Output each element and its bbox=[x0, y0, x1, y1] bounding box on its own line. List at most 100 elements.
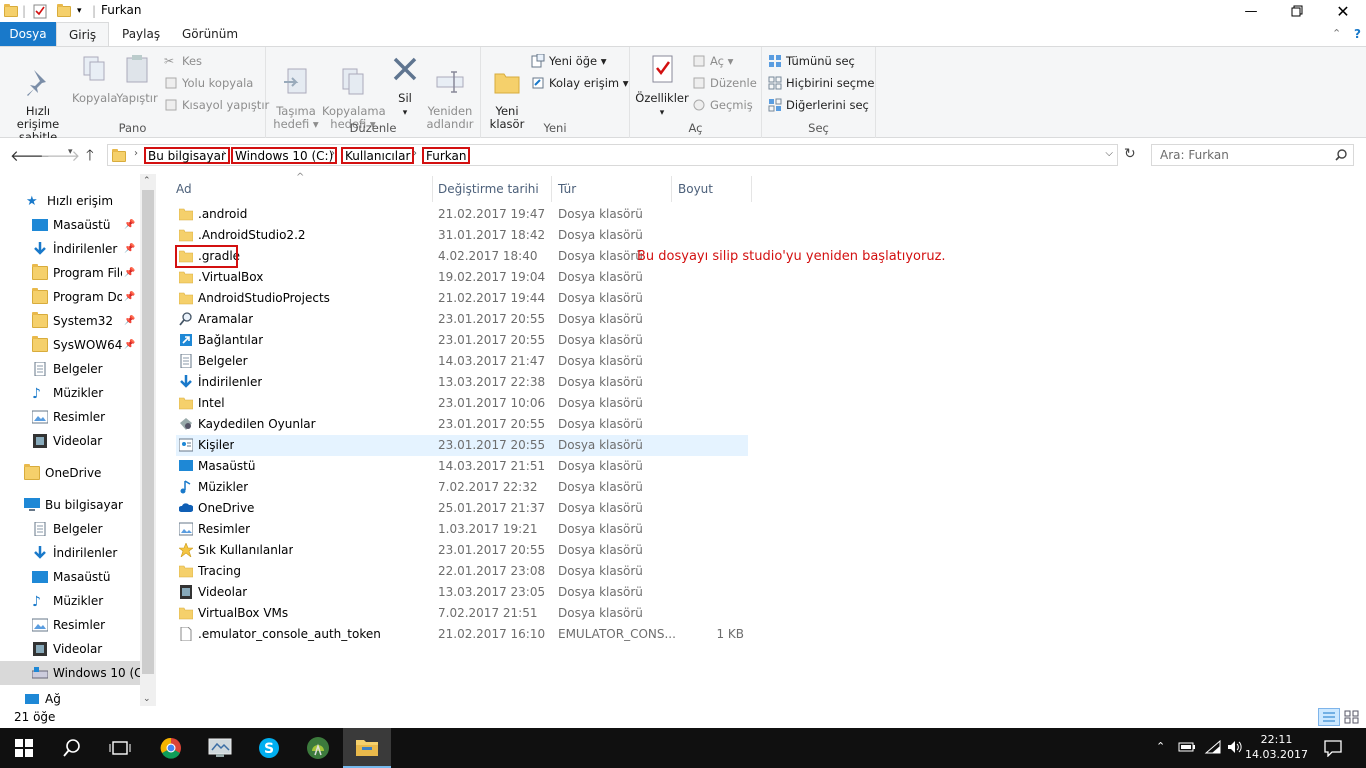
table-row[interactable]: OneDrive 25.01.2017 21:37 Dosya klasörü bbox=[176, 498, 748, 519]
address-dropdown-icon[interactable]: ⌵ bbox=[1105, 148, 1113, 159]
delete-button[interactable]: Sil ▾ bbox=[388, 51, 422, 120]
table-row[interactable]: .VirtualBox 19.02.2017 19:04 Dosya klasörü bbox=[176, 267, 748, 288]
nav-pc-desktop[interactable]: Masaüstü bbox=[32, 566, 110, 588]
table-row[interactable]: Masaüstü 14.03.2017 21:51 Dosya klasörü bbox=[176, 456, 748, 477]
table-row[interactable]: İndirilenler 13.03.2017 22:38 Dosya klasör… bbox=[176, 372, 748, 393]
column-header-type[interactable]: Tür bbox=[552, 176, 672, 202]
column-header-size[interactable]: Boyut bbox=[672, 176, 752, 202]
table-row[interactable]: Belgeler 14.03.2017 21:47 Dosya klasörü bbox=[176, 351, 748, 372]
tab-share[interactable]: Paylaş bbox=[110, 22, 172, 46]
search-button[interactable] bbox=[48, 728, 96, 768]
chevron-up-icon[interactable]: ⌃ bbox=[143, 176, 151, 186]
skype-taskbar-button[interactable]: S bbox=[245, 728, 293, 768]
chevron-right-icon[interactable]: › bbox=[413, 148, 417, 159]
new-item-button[interactable]: Yeni öğe ▾ bbox=[531, 51, 607, 71]
pin-icon[interactable]: 📌 bbox=[124, 316, 135, 326]
table-row[interactable]: Aramalar 23.01.2017 20:55 Dosya klasörü bbox=[176, 309, 748, 330]
chevron-right-icon[interactable]: › bbox=[222, 148, 226, 159]
up-arrow-icon[interactable]: 🡑 bbox=[86, 145, 94, 170]
pin-icon[interactable]: 📌 bbox=[124, 292, 135, 302]
battery-icon[interactable] bbox=[1178, 740, 1196, 757]
breadcrumb-users[interactable]: Kullanıcılar bbox=[341, 147, 415, 164]
paste-shortcut-button[interactable]: Kısayol yapıştır bbox=[164, 95, 269, 115]
select-all-button[interactable]: Tümünü seç bbox=[768, 51, 855, 71]
table-row[interactable]: .android 21.02.2017 19:47 Dosya klasörü bbox=[176, 204, 748, 225]
history-button[interactable]: Geçmiş bbox=[692, 95, 753, 115]
nav-network[interactable]: Ağ bbox=[24, 692, 61, 706]
table-row[interactable]: VirtualBox VMs 7.02.2017 21:51 Dosya klasö… bbox=[176, 603, 748, 624]
invert-selection-button[interactable]: Diğerlerini seç bbox=[768, 95, 869, 115]
file-explorer-taskbar-button[interactable] bbox=[343, 728, 391, 768]
table-row[interactable]: Videolar 13.03.2017 23:05 Dosya klasörü bbox=[176, 582, 748, 603]
task-view-button[interactable] bbox=[96, 728, 144, 768]
column-header-date[interactable]: Değiştirme tarihi bbox=[432, 176, 552, 202]
nav-quick-syswow64[interactable]: SysWOW64 bbox=[32, 334, 122, 356]
tab-file[interactable]: Dosya bbox=[0, 22, 56, 46]
nav-quick-downloads[interactable]: İndirilenler bbox=[32, 238, 117, 260]
nav-quick-pictures[interactable]: Resimler bbox=[32, 406, 105, 428]
edit-button[interactable]: Düzenle bbox=[692, 73, 757, 93]
breadcrumb-furkan[interactable]: Furkan bbox=[422, 147, 471, 164]
details-view-button[interactable] bbox=[1318, 708, 1340, 726]
copy-to-button[interactable]: Kopyalama hedefi ▾ bbox=[322, 51, 386, 131]
breadcrumb-this-pc[interactable]: Bu bilgisayar bbox=[144, 147, 230, 164]
volume-icon[interactable] bbox=[1226, 739, 1244, 758]
forward-arrow-icon[interactable]: 🡒 bbox=[40, 146, 80, 165]
tab-view[interactable]: Görünüm bbox=[170, 22, 250, 46]
table-row[interactable]: AndroidStudioProjects 21.02.2017 19:44 Dos… bbox=[176, 288, 748, 309]
recent-locations-chevron-icon[interactable]: ▾ bbox=[68, 147, 73, 157]
table-row[interactable]: Sık Kullanılanlar 23.01.2017 20:55 Dosya k… bbox=[176, 540, 748, 561]
copy-button[interactable]: Kopyala bbox=[72, 51, 117, 105]
properties-quick-icon[interactable] bbox=[33, 3, 47, 19]
large-icons-view-button[interactable] bbox=[1342, 708, 1362, 726]
table-row[interactable]: Bağlantılar 23.01.2017 20:55 Dosya klasörü bbox=[176, 330, 748, 351]
chevron-up-icon[interactable]: ⌃ bbox=[1156, 740, 1165, 753]
minimize-button[interactable]: — bbox=[1228, 0, 1274, 22]
table-row[interactable]: Kaydedilen Oyunlar 23.01.2017 20:55 Dosya … bbox=[176, 414, 748, 435]
nav-pc-pictures[interactable]: Resimler bbox=[32, 614, 105, 636]
notifications-icon[interactable] bbox=[1324, 739, 1342, 760]
rename-button[interactable]: Yeniden adlandır bbox=[424, 51, 476, 131]
open-button[interactable]: Aç ▾ bbox=[692, 51, 733, 71]
table-row[interactable]: Resimler 1.03.2017 19:21 Dosya klasörü bbox=[176, 519, 748, 540]
paste-button[interactable]: Yapıştır bbox=[116, 51, 158, 105]
nav-quick-program-files[interactable]: Program Files bbox=[32, 262, 122, 284]
chrome-taskbar-button[interactable] bbox=[147, 728, 195, 768]
start-button[interactable] bbox=[0, 728, 48, 768]
pin-icon[interactable]: 📌 bbox=[124, 220, 135, 230]
help-icon[interactable]: ? bbox=[1342, 22, 1366, 46]
nav-quick-videos[interactable]: Videolar bbox=[32, 430, 102, 452]
nav-this-pc[interactable]: Bu bilgisayar bbox=[24, 494, 123, 516]
table-row[interactable]: Tracing 22.01.2017 23:08 Dosya klasörü bbox=[176, 561, 748, 582]
nav-pc-music[interactable]: ♪ Müzikler bbox=[32, 590, 103, 612]
nav-pc-drive-c[interactable]: Windows 10 (C:) bbox=[0, 661, 151, 685]
nav-onedrive[interactable]: OneDrive bbox=[24, 462, 101, 484]
address-bar[interactable]: › Bu bilgisayar › Windows 10 (C:) › Kull… bbox=[107, 144, 1118, 166]
nav-quick-music[interactable]: ♪ Müzikler bbox=[32, 382, 103, 404]
nav-pc-documents[interactable]: Belgeler bbox=[32, 518, 103, 540]
new-folder-button[interactable]: Yeni klasör bbox=[487, 51, 527, 131]
cut-button[interactable]: ✂ Kes bbox=[164, 51, 202, 71]
chevron-right-icon[interactable]: › bbox=[134, 148, 138, 159]
nav-quick-system32[interactable]: System32 bbox=[32, 310, 113, 332]
nav-pc-videos[interactable]: Videolar bbox=[32, 638, 102, 660]
chevron-right-icon[interactable]: › bbox=[331, 148, 335, 159]
nav-quick-access[interactable]: ★ Hızlı erişim bbox=[26, 190, 113, 212]
chevron-down-icon[interactable]: ▾ bbox=[77, 3, 82, 19]
select-none-button[interactable]: Hiçbirini seçme bbox=[768, 73, 874, 93]
nav-pc-downloads[interactable]: İndirilenler bbox=[32, 542, 117, 564]
nav-quick-documents[interactable]: Belgeler bbox=[32, 358, 103, 380]
nav-quick-desktop[interactable]: Masaüstü bbox=[32, 214, 110, 236]
move-to-button[interactable]: Taşıma hedefi ▾ bbox=[270, 51, 322, 131]
refresh-icon[interactable]: ↻ bbox=[1124, 146, 1136, 162]
table-row[interactable]: .AndroidStudio2.2 31.01.2017 18:42 Dosya k… bbox=[176, 225, 748, 246]
restore-button[interactable] bbox=[1274, 0, 1320, 22]
easy-access-button[interactable]: Kolay erişim ▾ bbox=[531, 73, 629, 93]
table-row[interactable]: Kişiler 23.01.2017 20:55 Dosya klasörü bbox=[176, 435, 748, 456]
tab-home[interactable]: Giriş bbox=[56, 22, 110, 46]
nav-quick-program-data[interactable]: Program Dos bbox=[32, 286, 122, 308]
wifi-icon[interactable] bbox=[1204, 739, 1222, 757]
pin-icon[interactable]: 📌 bbox=[124, 268, 135, 278]
copy-path-button[interactable]: Yolu kopyala bbox=[164, 73, 253, 93]
properties-button[interactable]: Özellikler ▾ bbox=[634, 51, 690, 120]
